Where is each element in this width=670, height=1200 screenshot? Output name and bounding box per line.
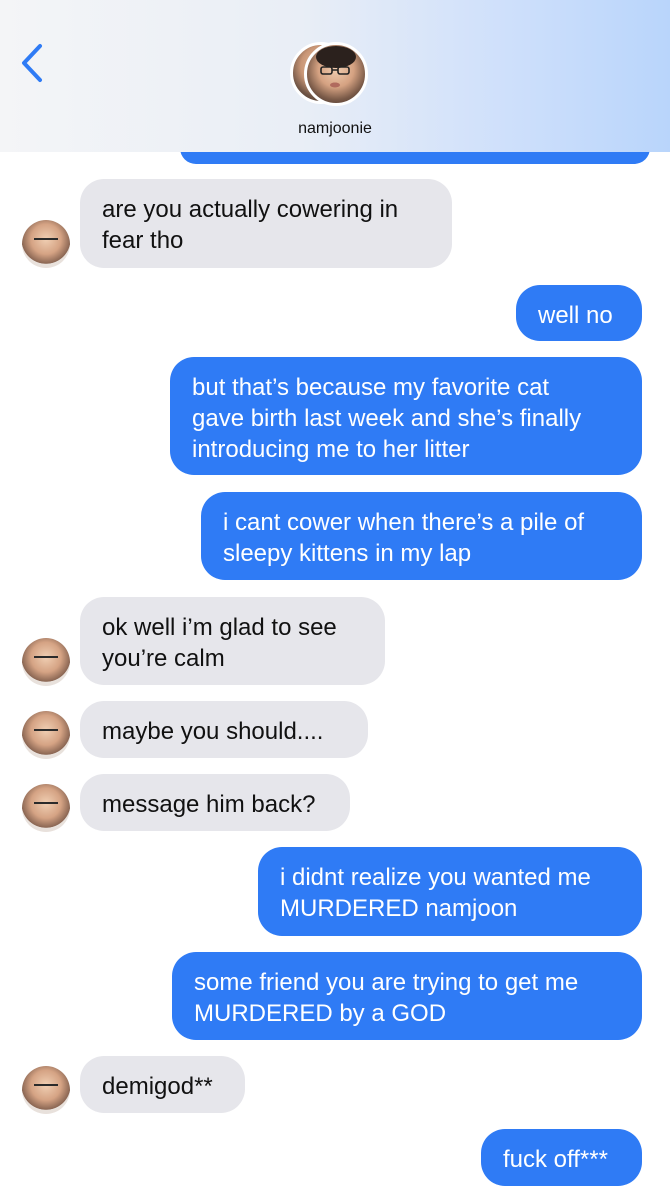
contact-avatar[interactable] — [290, 42, 380, 110]
chevron-left-icon[interactable] — [14, 38, 54, 88]
avatar-glasses-icon — [34, 802, 58, 810]
message-text: MURDERED namjoon — [280, 895, 518, 922]
message-text: but that’s because my favorite cat — [192, 374, 550, 401]
avatar-primary — [304, 42, 368, 106]
message-text: ok well i’m glad to see — [102, 614, 337, 641]
incoming-message-bubble[interactable]: demigod** — [80, 1056, 245, 1113]
message-text: introducing me to her litter — [192, 436, 470, 463]
avatar-face-icon — [316, 46, 356, 88]
incoming-message-bubble[interactable]: are you actually cowering in fear tho — [80, 179, 452, 268]
sender-avatar[interactable] — [22, 220, 70, 268]
conversation-header: namjoonie — [0, 0, 670, 152]
message-text: demigod** — [102, 1073, 213, 1100]
outgoing-message-bubble[interactable]: fuck off*** — [481, 1129, 642, 1186]
outgoing-message-bubble[interactable]: i cant cower when there’s a pile of sleep… — [201, 492, 642, 580]
sender-avatar[interactable] — [22, 638, 70, 686]
incoming-message-bubble[interactable]: ok well i’m glad to see you’re calm — [80, 597, 385, 685]
message-text: i didnt realize you wanted me — [280, 864, 591, 891]
sender-avatar[interactable] — [22, 784, 70, 832]
incoming-message-bubble[interactable]: message him back? — [80, 774, 350, 831]
sender-avatar[interactable] — [22, 1066, 70, 1114]
outgoing-message-bubble[interactable]: i didnt realize you wanted me MURDERED na… — [258, 847, 642, 936]
message-text: fear tho — [102, 227, 184, 254]
message-text: fuck off*** — [503, 1146, 608, 1173]
message-text: you’re calm — [102, 645, 225, 672]
incoming-message-bubble[interactable]: maybe you should.... — [80, 701, 368, 758]
message-text: i cant cower when there’s a pile of — [223, 509, 585, 536]
sender-avatar[interactable] — [22, 711, 70, 759]
outgoing-message-bubble[interactable]: well no — [516, 285, 642, 341]
message-text: well no — [538, 302, 613, 329]
avatar-glasses-icon — [34, 729, 58, 737]
message-text: maybe you should.... — [102, 718, 324, 745]
message-text: gave birth last week and she’s finally — [192, 405, 582, 432]
avatar-glasses-icon — [34, 656, 58, 664]
message-text: are you actually cowering in — [102, 196, 399, 223]
avatar-glasses-icon — [34, 1084, 58, 1092]
avatar-glasses-icon — [34, 238, 58, 246]
back-button[interactable] — [14, 38, 54, 88]
contact-name[interactable]: namjoonie — [0, 120, 670, 138]
message-text: some friend you are trying to get me — [194, 969, 579, 996]
message-text: sleepy kittens in my lap — [223, 540, 472, 567]
outgoing-message-bubble[interactable]: some friend you are trying to get me MURD… — [172, 952, 642, 1040]
message-text: message him back? — [102, 791, 316, 818]
message-text: MURDERED by a GOD — [194, 1000, 447, 1027]
outgoing-message-bubble[interactable]: but that’s because my favorite cat gave b… — [170, 357, 642, 475]
